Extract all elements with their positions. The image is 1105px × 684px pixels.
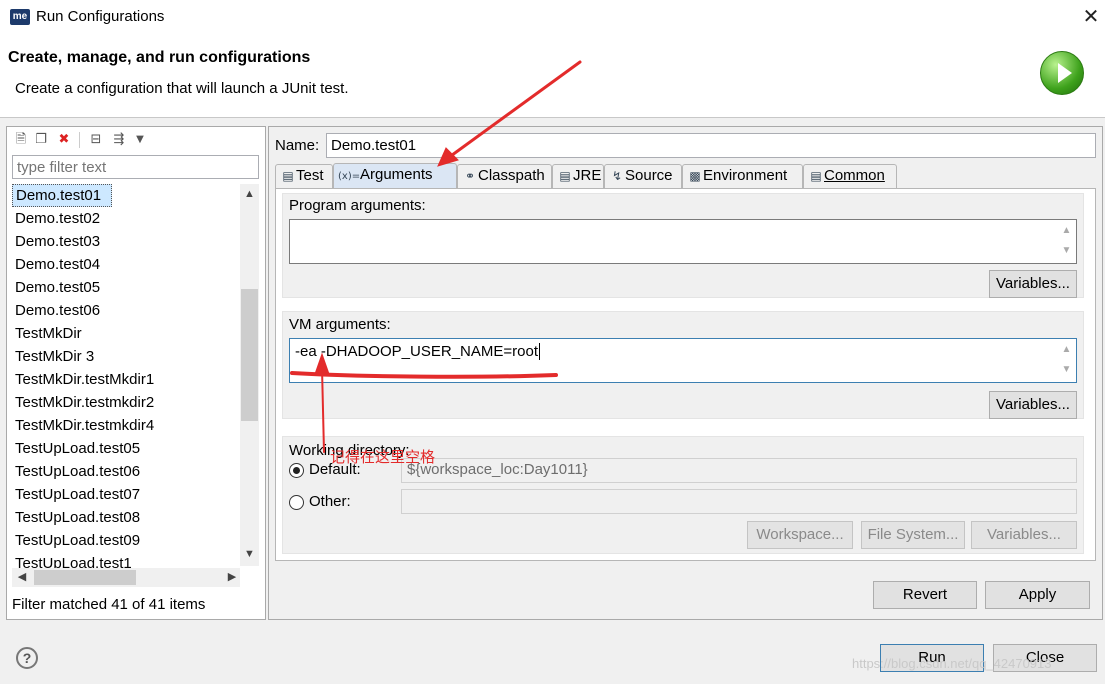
jre-icon: ▤	[559, 169, 571, 183]
scrollbar-thumb[interactable]	[34, 570, 136, 585]
config-list-item[interactable]: TestUpLoad.test07	[12, 483, 238, 506]
classpath-icon: ⚭	[464, 169, 476, 183]
filter-icon[interactable]: ⇶	[110, 131, 128, 149]
tab-jre[interactable]: ▤ JRE	[552, 164, 604, 188]
vm-arguments-label: VM arguments:	[289, 316, 391, 333]
collapse-all-icon[interactable]: ⊟	[87, 131, 105, 149]
config-editor-panel: Name: ▤Test (x)=Arguments ⚭Classpath ▤JR…	[268, 126, 1103, 620]
name-label: Name:	[275, 137, 320, 154]
arguments-tab-body: Program arguments: ▲ ▼ Variables... VM ar…	[275, 188, 1096, 561]
default-radio[interactable]	[289, 463, 304, 478]
config-list-horizontal-scrollbar[interactable]: ◀ ▶	[12, 568, 240, 587]
other-label: Other:	[309, 493, 351, 510]
annotation-text: 记得在这里空格	[330, 448, 436, 466]
config-list: Demo.test01 Demo.test02 Demo.test03 Demo.te…	[12, 184, 238, 570]
dialog-header: Create, manage, and run configurations C…	[0, 34, 1105, 118]
config-list-item[interactable]: TestMkDir 3	[12, 345, 238, 368]
filter-input[interactable]	[12, 155, 259, 179]
config-list-item[interactable]: TestMkDir.testmkdir4	[12, 414, 238, 437]
header-title: Create, manage, and run configurations	[8, 49, 311, 66]
program-arguments-label: Program arguments:	[289, 197, 426, 214]
config-list-item[interactable]: TestMkDir	[12, 322, 238, 345]
config-list-item[interactable]: Demo.test05	[12, 276, 238, 299]
config-list-item[interactable]: TestUpLoad.test09	[12, 529, 238, 552]
tab-arguments[interactable]: (x)=Arguments	[333, 163, 457, 189]
program-arguments-textarea[interactable]: ▲ ▼	[289, 219, 1077, 264]
scrollbar-thumb[interactable]	[241, 289, 258, 421]
title-bar: me Run Configurations ✕	[0, 0, 1105, 34]
new-launch-config-icon[interactable]: 🗎	[12, 131, 30, 149]
config-list-vertical-scrollbar[interactable]: ▲ ▼	[240, 184, 259, 566]
config-name-field[interactable]	[326, 133, 1096, 158]
other-radio[interactable]	[289, 495, 304, 510]
config-list-item[interactable]: Demo.test04	[12, 253, 238, 276]
working-dir-variables-button[interactable]: Variables...	[971, 521, 1077, 549]
source-icon: ↯	[611, 169, 623, 183]
tab-source[interactable]: ↯ Source	[604, 164, 682, 188]
scroll-left-icon[interactable]: ◀	[14, 569, 30, 586]
test-icon: ▤	[282, 169, 294, 183]
dropdown-icon[interactable]: ▼	[131, 131, 149, 149]
header-subtitle: Create a configuration that will launch …	[15, 80, 349, 97]
arguments-icon: (x)=	[338, 171, 361, 182]
environment-icon: ▩	[689, 169, 701, 183]
tab-test[interactable]: ▤ Test	[275, 164, 333, 188]
scroll-up-icon[interactable]: ▲	[240, 186, 259, 202]
watermark: https://blog.csdn.net/qq_42470913	[852, 656, 1052, 671]
run-banner-icon	[1040, 51, 1084, 95]
file-system-button[interactable]: File System...	[861, 521, 965, 549]
revert-button[interactable]: Revert	[873, 581, 977, 609]
textarea-scroll-icon[interactable]: ▲ ▼	[1058, 221, 1075, 262]
textarea-scroll-icon[interactable]: ▲ ▼	[1058, 340, 1075, 381]
delete-icon[interactable]: ✖	[55, 131, 73, 149]
program-arguments-group: Program arguments: ▲ ▼ Variables...	[282, 193, 1084, 298]
program-variables-button[interactable]: Variables...	[989, 270, 1077, 298]
config-list-item[interactable]: TestUpLoad.test08	[12, 506, 238, 529]
vm-arguments-group: VM arguments: -ea -DHADOOP_USER_NAME=roo…	[282, 311, 1084, 419]
config-list-item[interactable]: Demo.test01	[12, 184, 112, 207]
default-directory-field: ${workspace_loc:Day1011}	[401, 458, 1077, 483]
tab-classpath[interactable]: ⚭ Classpath	[457, 164, 552, 188]
duplicate-icon[interactable]: ❐	[32, 131, 50, 149]
help-icon[interactable]: ?	[16, 647, 38, 669]
text-cursor	[539, 343, 540, 360]
other-directory-field[interactable]	[401, 489, 1077, 514]
config-list-item[interactable]: TestUpLoad.test06	[12, 460, 238, 483]
tab-common[interactable]: ▤ Common	[803, 164, 897, 188]
config-list-item[interactable]: Demo.test06	[12, 299, 238, 322]
toolbar-divider	[79, 132, 80, 148]
scroll-right-icon[interactable]: ▶	[224, 569, 240, 586]
window-title: Run Configurations	[36, 8, 165, 25]
window-close-button[interactable]: ✕	[1080, 4, 1102, 28]
filter-status: Filter matched 41 of 41 items	[12, 596, 206, 613]
config-list-item[interactable]: TestMkDir.testMkdir1	[12, 368, 238, 391]
common-icon: ▤	[810, 169, 822, 183]
tab-environment[interactable]: ▩ Environment	[682, 164, 803, 188]
apply-button[interactable]: Apply	[985, 581, 1090, 609]
config-list-item[interactable]: TestMkDir.testmkdir2	[12, 391, 238, 414]
workspace-button[interactable]: Workspace...	[747, 521, 853, 549]
vm-arguments-textarea[interactable]: -ea -DHADOOP_USER_NAME=root ▲ ▼	[289, 338, 1077, 383]
app-logo-icon: me	[10, 9, 30, 25]
config-tabs: ▤ Test (x)=Arguments ⚭ Classpath ▤ JRE ↯ Sou…	[275, 163, 1099, 189]
scroll-down-icon[interactable]: ▼	[240, 546, 259, 562]
config-list-item[interactable]: TestUpLoad.test05	[12, 437, 238, 460]
launch-config-tree-panel: 🗎 ❐ ✖ ⊟ ⇶ ▼ Demo.test01Demo.test02Demo.t…	[6, 126, 266, 620]
config-list-item[interactable]: Demo.test03	[12, 230, 238, 253]
config-list-item[interactable]: Demo.test02	[12, 207, 238, 230]
vm-variables-button[interactable]: Variables...	[989, 391, 1077, 419]
